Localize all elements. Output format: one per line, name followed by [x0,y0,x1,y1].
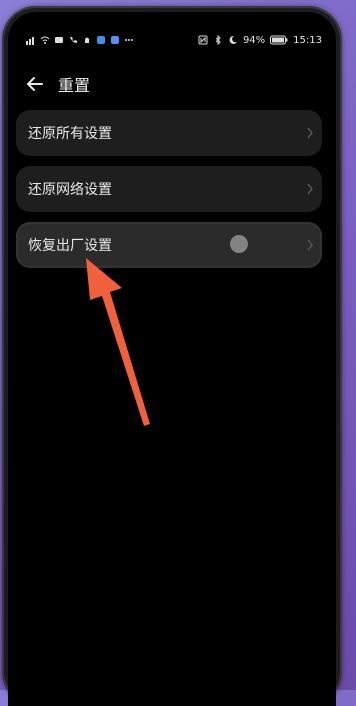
touch-indicator [230,235,248,253]
app-icon-2 [111,36,119,44]
battery-percent: 94% [242,34,266,46]
wifi-icon [40,36,50,44]
moon-icon [229,35,237,44]
call-icon [70,37,77,43]
page-title: 重置 [58,76,91,95]
bluetooth-icon [215,35,221,45]
more-icon [125,39,133,41]
menu-item-label: 还原网络设置 [28,182,112,198]
clock: 15:13 [293,34,322,46]
battery-icon [270,35,288,45]
chevron-right-icon [307,183,313,195]
app-bar: 重置 [8,66,336,102]
phone-frame: 94% 15:13 重置 还原所有设置 还原网络设置 恢复出厂设置 [2,6,342,706]
nfc-icon [198,35,208,45]
chevron-right-icon [307,239,313,251]
status-left [26,35,134,45]
back-arrow-icon[interactable] [24,74,46,94]
signal-icon [26,37,34,45]
reset-network-settings-item[interactable]: 还原网络设置 [16,166,322,212]
status-bar: 94% 15:13 [8,32,336,48]
message-icon [55,37,63,43]
menu-item-label: 还原所有设置 [28,126,112,142]
chevron-right-icon [307,127,313,139]
screen: 94% 15:13 重置 还原所有设置 还原网络设置 恢复出厂设置 [8,12,336,706]
reset-all-settings-item[interactable]: 还原所有设置 [16,110,322,156]
status-right: 94% 15:13 [198,35,322,46]
annotation-arrow [86,258,150,426]
notification-icon [85,37,89,43]
app-icon [97,36,105,44]
